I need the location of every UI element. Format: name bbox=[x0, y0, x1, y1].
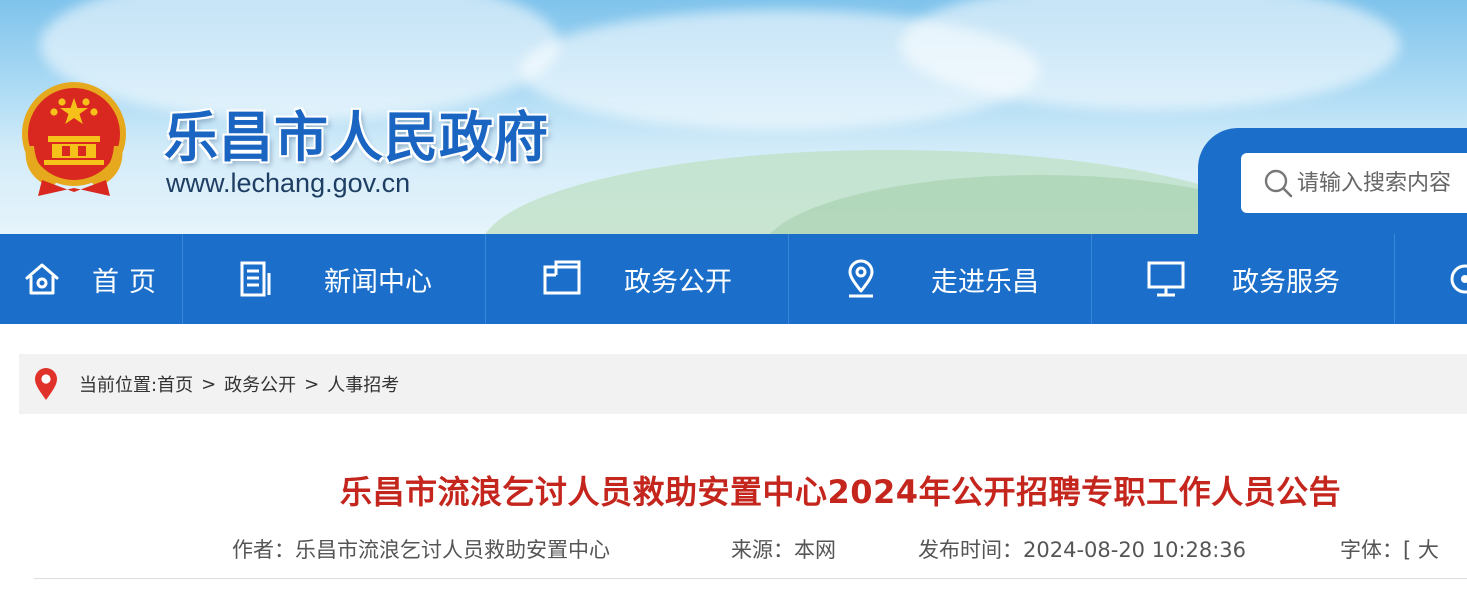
nav-label: 走进乐昌 bbox=[931, 266, 1039, 298]
breadcrumb-link-recruitment[interactable]: 人事招考 bbox=[327, 371, 399, 397]
monitor-icon bbox=[1147, 261, 1185, 297]
partially-visible-icon bbox=[1450, 264, 1467, 294]
map-pin-icon bbox=[35, 368, 57, 400]
breadcrumb-link-home[interactable]: 首页 bbox=[157, 371, 193, 397]
font-size-large-button[interactable]: 大 bbox=[1418, 538, 1439, 562]
nav-label: 新闻中心 bbox=[324, 266, 432, 298]
nav-item-more[interactable] bbox=[1395, 234, 1467, 324]
home-icon bbox=[25, 263, 59, 295]
article-source: 来源：本网 bbox=[731, 534, 836, 564]
main-nav: 首页 新闻中心 政务公开 走进乐昌 政务服务 bbox=[0, 234, 1467, 324]
search-icon[interactable] bbox=[1263, 168, 1293, 198]
source-label: 来源： bbox=[731, 538, 794, 562]
folder-icon bbox=[543, 260, 581, 295]
news-document-icon bbox=[240, 261, 271, 297]
font-size-control: 字体：[ 大 bbox=[1340, 534, 1439, 564]
search-input[interactable] bbox=[1297, 170, 1467, 196]
site-title: 乐昌市人民政府 bbox=[164, 105, 549, 169]
site-url: www.lechang.gov.cn bbox=[166, 168, 411, 198]
nav-item-news[interactable]: 新闻中心 bbox=[183, 234, 486, 324]
font-bracket: [ bbox=[1403, 538, 1412, 562]
nav-label: 政务服务 bbox=[1232, 266, 1340, 298]
nav-label: 首页 bbox=[92, 266, 166, 298]
national-emblem-icon bbox=[22, 82, 126, 196]
source-value: 本网 bbox=[794, 538, 836, 562]
nav-item-service[interactable]: 政务服务 bbox=[1092, 234, 1395, 324]
article-author: 作者：乐昌市流浪乞讨人员救助安置中心 bbox=[232, 534, 610, 564]
time-value: 2024-08-20 10:28:36 bbox=[1023, 538, 1247, 562]
article-publish-time: 发布时间：2024-08-20 10:28:36 bbox=[918, 534, 1246, 564]
nav-item-about[interactable]: 走进乐昌 bbox=[789, 234, 1092, 324]
location-pin-icon bbox=[848, 259, 874, 298]
breadcrumb-prefix: 当前位置: bbox=[79, 375, 158, 396]
breadcrumb: 当前位置: 首页 > 政务公开 > 人事招考 bbox=[19, 354, 1467, 414]
article-title: 乐昌市流浪乞讨人员救助安置中心2024年公开招聘专职工作人员公告 bbox=[340, 473, 1342, 511]
breadcrumb-separator: > bbox=[201, 373, 217, 395]
time-label: 发布时间： bbox=[918, 538, 1023, 562]
nav-item-gov-open[interactable]: 政务公开 bbox=[486, 234, 789, 324]
breadcrumb-link-gov-open[interactable]: 政务公开 bbox=[224, 371, 296, 397]
header-divider bbox=[34, 578, 1467, 579]
breadcrumb-separator: > bbox=[304, 373, 320, 395]
author-value: 乐昌市流浪乞讨人员救助安置中心 bbox=[295, 538, 610, 562]
author-label: 作者： bbox=[232, 538, 295, 562]
nav-item-home[interactable]: 首页 bbox=[0, 234, 183, 324]
search-box bbox=[1241, 153, 1467, 213]
nav-label: 政务公开 bbox=[624, 266, 732, 298]
font-label: 字体： bbox=[1340, 538, 1403, 562]
